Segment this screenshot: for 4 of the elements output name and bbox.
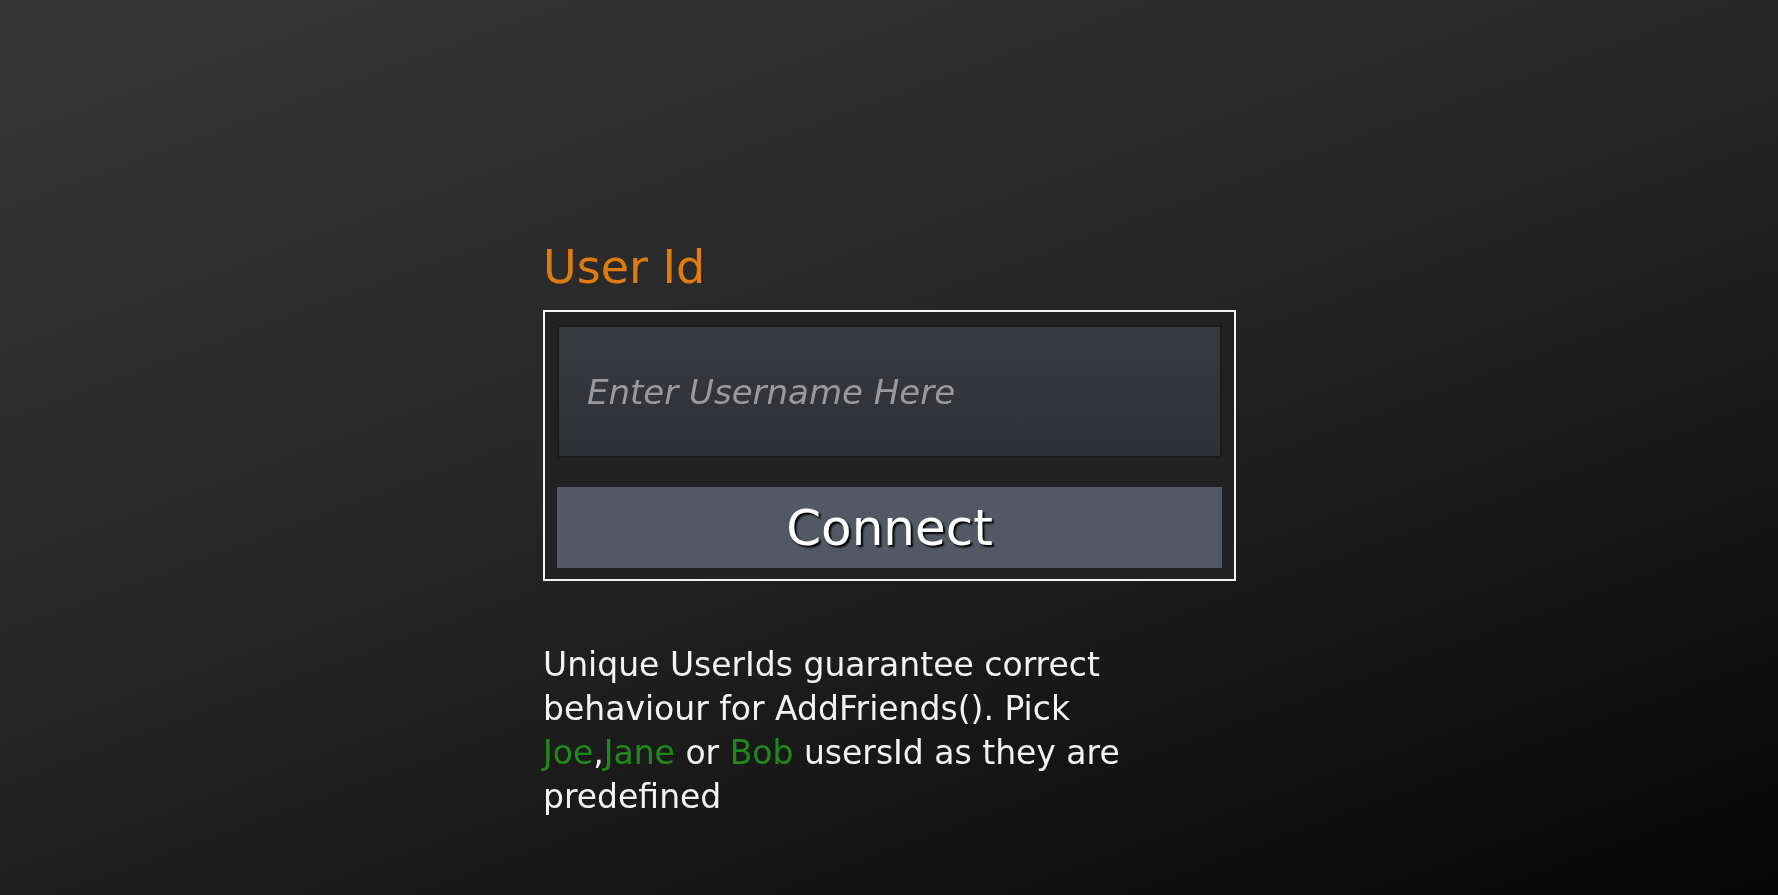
- help-text: Unique UserIds guarantee correct behaviour for AddFriends(). Pick Joe,Jane or Bob usersId as they are predefined: [543, 644, 1121, 818]
- username-field[interactable]: Enter Username Here: [557, 325, 1222, 458]
- connect-button[interactable]: Connect: [557, 487, 1222, 568]
- user-id-label: User Id: [543, 239, 707, 296]
